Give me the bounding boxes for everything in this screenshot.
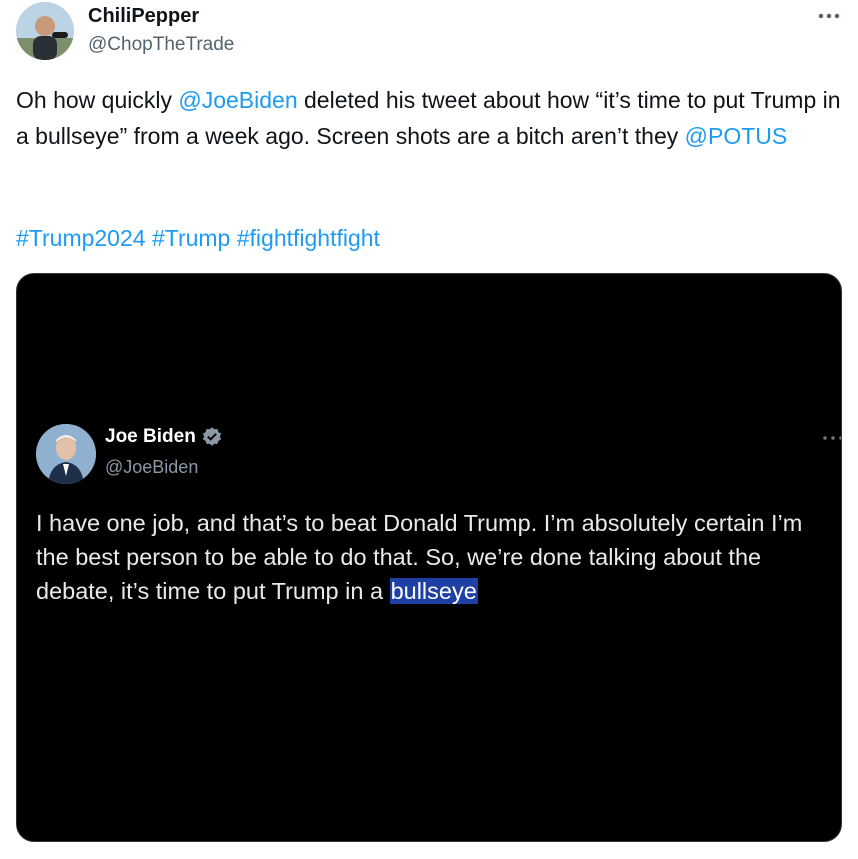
tweet-text: Oh how quickly @JoeBiden deleted his twe… (16, 82, 846, 154)
embedded-avatar (36, 424, 96, 484)
embedded-name-text: Joe Biden (105, 426, 196, 447)
embedded-more-icon (821, 429, 841, 445)
mention-link-potus[interactable]: @POTUS (685, 123, 788, 149)
hashtag-link[interactable]: #Trump (152, 225, 230, 251)
more-horizontal-icon (818, 13, 840, 19)
more-horizontal-icon (823, 436, 841, 440)
media-screenshot[interactable]: Joe Biden @JoeBiden I have one job, and … (16, 273, 842, 842)
profile-photo-icon (16, 2, 74, 60)
hashtag-link[interactable]: #Trump2024 (16, 225, 146, 251)
mention-link-joebiden[interactable]: @JoeBiden (178, 87, 297, 113)
embedded-handle: @JoeBiden (105, 457, 199, 477)
profile-photo-icon (36, 424, 96, 484)
tweet-card: ChiliPepper @ChopTheTrade Oh how quickly… (0, 0, 858, 859)
tweet-text-part: Oh how quickly (16, 87, 179, 113)
author-display-name[interactable]: ChiliPepper (88, 5, 199, 28)
embedded-display-name: Joe Biden (105, 426, 223, 448)
embedded-tweet-text: I have one job, and that’s to beat Donal… (36, 506, 826, 608)
author-handle[interactable]: @ChopTheTrade (88, 34, 234, 56)
hashtag-link[interactable]: #fightfightfight (237, 225, 380, 251)
verified-badge-icon (202, 427, 221, 446)
author-avatar[interactable] (16, 2, 74, 60)
more-options-button[interactable] (812, 2, 846, 30)
hashtag-row: #Trump2024 #Trump #fightfightfight (16, 220, 846, 256)
highlighted-text: bullseye (389, 578, 478, 604)
